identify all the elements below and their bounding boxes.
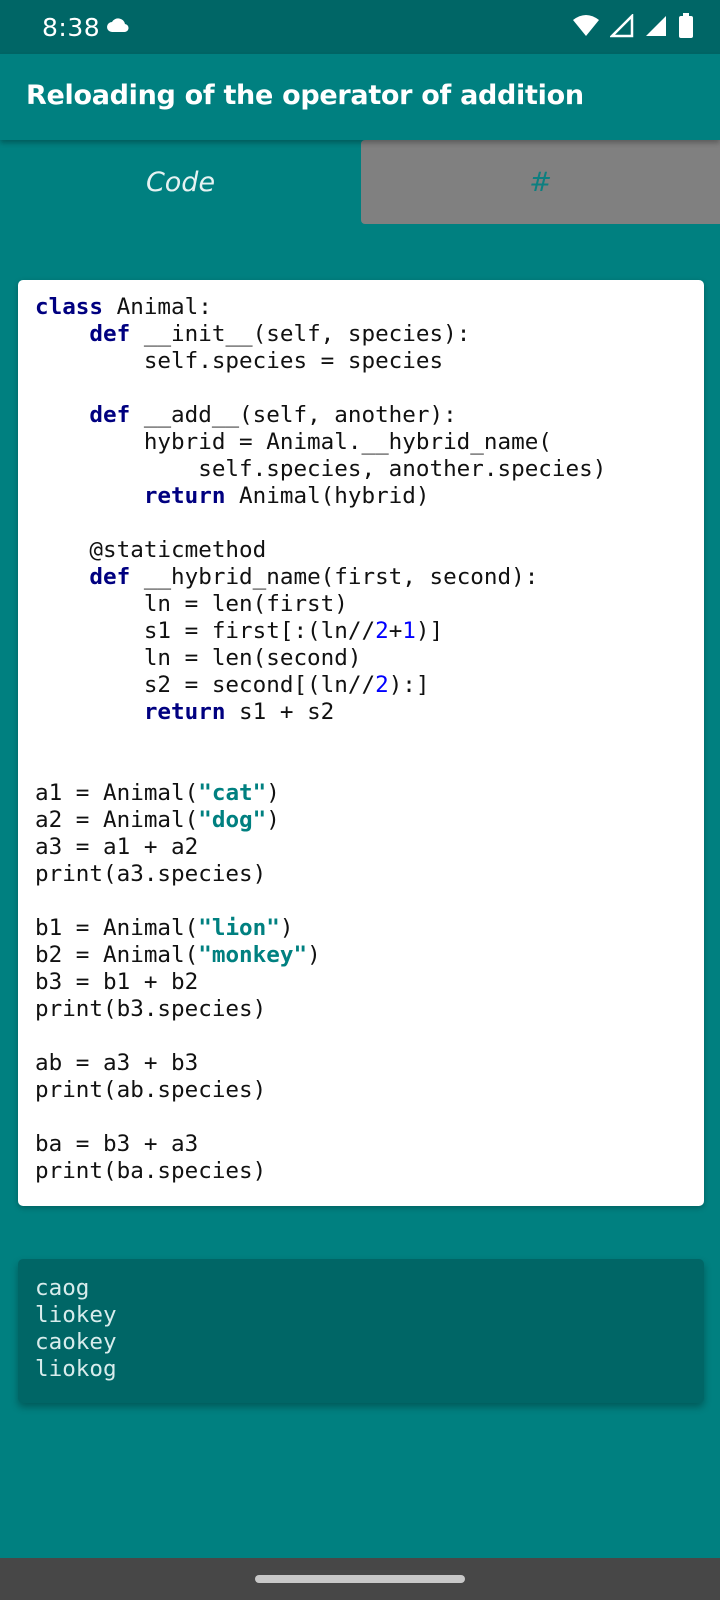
code-token: print(ba.species) bbox=[35, 1158, 267, 1184]
code-token-kw: return bbox=[143, 699, 226, 725]
code-token-str: "cat" bbox=[198, 780, 267, 806]
code-token-kw: return bbox=[143, 483, 226, 509]
code-token-num: 2 bbox=[375, 618, 389, 644]
code-token: ) bbox=[307, 942, 321, 968]
output-card: caog liokey caokey liokog bbox=[18, 1259, 704, 1403]
code-token: + bbox=[388, 618, 403, 644]
code-token: ln = len(first) bbox=[35, 591, 348, 617]
output-line: liokog bbox=[35, 1356, 117, 1382]
code-token: ba = b3 + a3 bbox=[35, 1131, 199, 1157]
code-token-str: "lion" bbox=[198, 915, 280, 941]
code-line: class Animal: bbox=[35, 294, 212, 320]
code-line: return s1 + s2 bbox=[35, 699, 334, 725]
wifi-icon bbox=[572, 14, 600, 43]
output-line: caog bbox=[35, 1275, 90, 1301]
code-line: ln = len(first) bbox=[35, 591, 348, 617]
signal-icon bbox=[644, 14, 668, 43]
code-token: __init__(self, species): bbox=[130, 321, 471, 347]
code-line: self.species = species bbox=[35, 348, 443, 374]
code-token: print(a3.species) bbox=[35, 861, 267, 887]
code-token: b1 = Animal( bbox=[35, 915, 199, 941]
code-token-str: "dog" bbox=[198, 807, 267, 833]
code-line: print(ab.species) bbox=[35, 1077, 266, 1103]
code-token-str: "monkey" bbox=[198, 942, 308, 968]
code-line: print(b3.species) bbox=[35, 996, 266, 1022]
tab-bar: Code # bbox=[0, 140, 720, 224]
battery-icon bbox=[678, 13, 694, 44]
code-line: self.species, another.species) bbox=[35, 456, 606, 482]
code-token: __add__(self, another): bbox=[130, 402, 457, 428]
output-line: caokey bbox=[35, 1329, 117, 1355]
code-token: a3 = a1 + a2 bbox=[35, 834, 199, 860]
code-line: return Animal(hybrid) bbox=[35, 483, 430, 509]
code-token: b3 = b1 + b2 bbox=[35, 969, 199, 995]
code-token: self.species, another.species) bbox=[35, 456, 607, 482]
code-line: ab = a3 + b3 bbox=[35, 1050, 198, 1076]
code-token: ) bbox=[266, 780, 280, 806]
code-block: class Animal: def __init__(self, species… bbox=[35, 294, 606, 1185]
page-title: Reloading of the operator of addition bbox=[26, 80, 584, 111]
code-card: class Animal: def __init__(self, species… bbox=[18, 280, 704, 1206]
code-token: hybrid = Animal.__hybrid_name( bbox=[35, 429, 552, 455]
code-token: ) bbox=[279, 915, 294, 941]
code-line: def __hybrid_name(first, second): bbox=[35, 564, 538, 590]
tab-hash[interactable]: # bbox=[361, 140, 720, 224]
status-time: 8:38 bbox=[42, 13, 101, 42]
code-token-num: 1 bbox=[402, 618, 416, 644]
code-token: )] bbox=[415, 618, 444, 644]
cloud-icon bbox=[106, 16, 130, 39]
navigation-bar bbox=[0, 1558, 720, 1600]
code-token: self.species = species bbox=[35, 348, 444, 374]
code-line: ba = b3 + a3 bbox=[35, 1131, 198, 1157]
code-line: a1 = Animal("cat") bbox=[35, 780, 280, 806]
code-line: a2 = Animal("dog") bbox=[35, 807, 280, 833]
app-bar: Reloading of the operator of addition bbox=[0, 54, 720, 140]
code-line: hybrid = Animal.__hybrid_name( bbox=[35, 429, 552, 455]
home-gesture-handle[interactable] bbox=[255, 1575, 465, 1583]
code-line: def __init__(self, species): bbox=[35, 321, 470, 347]
code-line: b2 = Animal("monkey") bbox=[35, 942, 321, 968]
output-line: liokey bbox=[35, 1302, 117, 1328]
code-line: s2 = second[(ln//2):] bbox=[35, 672, 430, 698]
code-token: print(b3.species) bbox=[35, 996, 267, 1022]
code-token: a1 = Animal( bbox=[35, 780, 199, 806]
code-line: a3 = a1 + a2 bbox=[35, 834, 198, 860]
code-line: print(a3.species) bbox=[35, 861, 266, 887]
output-console: caog liokey caokey liokog bbox=[35, 1275, 117, 1383]
code-token: s2 = second[(ln// bbox=[35, 672, 376, 698]
code-token: s1 + s2 bbox=[225, 699, 335, 725]
code-line: b1 = Animal("lion") bbox=[35, 915, 293, 941]
code-token: Animal: bbox=[103, 294, 212, 320]
code-token: __hybrid_name(first, second): bbox=[130, 564, 539, 590]
code-token-kw: def bbox=[89, 402, 131, 428]
code-token: ab = a3 + b3 bbox=[35, 1050, 199, 1076]
code-token: print(ab.species) bbox=[35, 1077, 267, 1103]
status-bar: 8:38 bbox=[0, 0, 720, 54]
code-token-kw: def bbox=[89, 321, 131, 347]
code-token: b2 = Animal( bbox=[35, 942, 199, 968]
code-line: ln = len(second) bbox=[35, 645, 362, 671]
code-line: @staticmethod bbox=[35, 537, 266, 563]
code-token: Animal(hybrid) bbox=[225, 483, 430, 509]
code-token: ):] bbox=[388, 672, 430, 698]
code-token: a2 = Animal( bbox=[35, 807, 199, 833]
code-line: print(ba.species) bbox=[35, 1158, 266, 1184]
code-token: ) bbox=[266, 807, 280, 833]
code-token-kw: class bbox=[35, 294, 104, 320]
code-line: b3 = b1 + b2 bbox=[35, 969, 198, 995]
code-line: def __add__(self, another): bbox=[35, 402, 457, 428]
code-line: s1 = first[:(ln//2+1)] bbox=[35, 618, 443, 644]
code-token: ln = len(second) bbox=[35, 645, 362, 671]
code-token: s1 = first[:(ln// bbox=[35, 618, 376, 644]
code-token-kw: def bbox=[89, 564, 131, 590]
tab-code[interactable]: Code bbox=[0, 140, 361, 224]
code-token-num: 2 bbox=[375, 672, 389, 698]
code-token: @staticmethod bbox=[35, 537, 267, 563]
signal-icon bbox=[608, 12, 634, 43]
